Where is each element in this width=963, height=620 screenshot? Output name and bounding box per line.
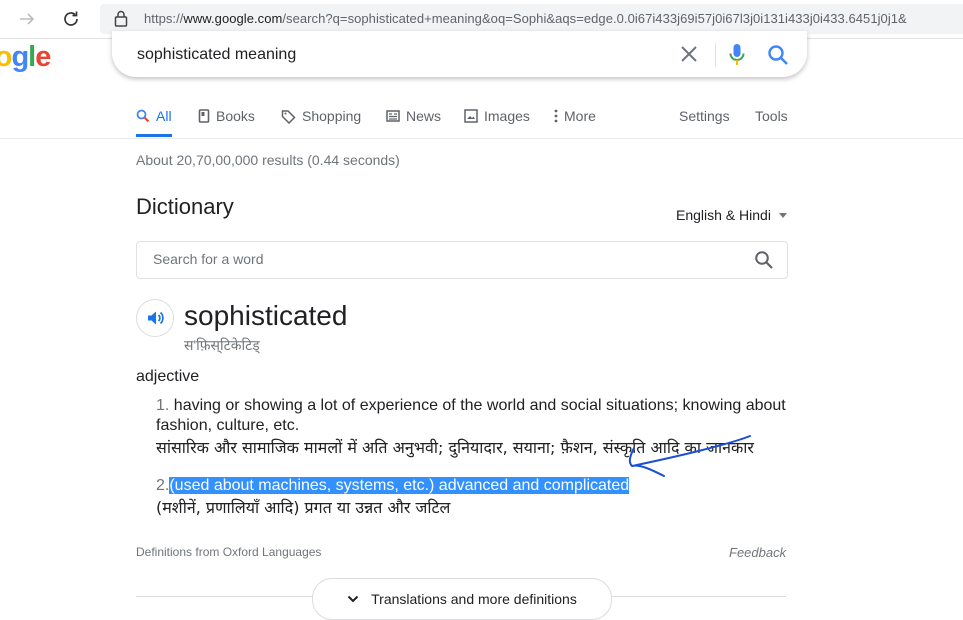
language-label: English & Hindi bbox=[676, 207, 771, 223]
settings-link[interactable]: Settings bbox=[679, 108, 730, 124]
tab-more-label: More bbox=[564, 108, 596, 124]
translations-more-label: Translations and more definitions bbox=[371, 591, 577, 607]
phonetic-spelling: स'फ़िस्‌टिकेटिड् bbox=[184, 337, 260, 353]
address-bar[interactable]: https://www.google.com/search?q=sophisti… bbox=[100, 4, 963, 34]
google-logo[interactable]: oogle bbox=[0, 41, 51, 74]
feedback-link[interactable]: Feedback bbox=[729, 545, 786, 560]
pronunciation-button[interactable] bbox=[136, 299, 174, 337]
tools-link[interactable]: Tools bbox=[755, 108, 788, 124]
more-vert-icon bbox=[554, 109, 558, 123]
tab-news-label: News bbox=[406, 108, 442, 124]
dictionary-search-input[interactable] bbox=[151, 250, 745, 268]
image-icon bbox=[464, 109, 478, 123]
url-path: /search?q=sophisticated+meaning&oq=Sophi… bbox=[282, 11, 907, 26]
headword: sophisticated bbox=[184, 300, 348, 331]
forward-arrow-icon[interactable] bbox=[14, 6, 40, 32]
tab-all[interactable]: All bbox=[136, 108, 172, 124]
logo-letter: e bbox=[35, 41, 51, 73]
url-prefix: https:// bbox=[144, 11, 184, 26]
clear-icon[interactable] bbox=[680, 45, 698, 68]
result-stats: About 20,70,00,000 results (0.44 seconds… bbox=[136, 152, 400, 168]
url-text: https://www.google.com/search?q=sophisti… bbox=[144, 11, 907, 26]
search-icon[interactable] bbox=[767, 44, 789, 71]
tab-shopping[interactable]: Shopping bbox=[281, 108, 361, 124]
active-tab-indicator bbox=[136, 134, 172, 137]
definitions-source: Definitions from Oxford Languages bbox=[136, 545, 322, 559]
search-icon bbox=[136, 109, 150, 123]
book-icon bbox=[198, 109, 210, 123]
lock-icon[interactable] bbox=[114, 10, 128, 32]
url-host: www.google.com bbox=[183, 11, 283, 26]
tabs-divider bbox=[0, 138, 963, 139]
dictionary-title: Dictionary bbox=[136, 194, 234, 219]
search-divider bbox=[715, 43, 716, 67]
definition-number: 1. bbox=[156, 397, 170, 414]
logo-letter: o bbox=[0, 41, 12, 73]
tab-books-label: Books bbox=[216, 108, 255, 124]
search-box[interactable]: sophisticated meaning bbox=[112, 31, 807, 77]
tab-books[interactable]: Books bbox=[198, 108, 255, 124]
tab-more[interactable]: More bbox=[554, 108, 596, 124]
chevron-down-icon bbox=[347, 595, 359, 603]
tab-all-label: All bbox=[156, 108, 172, 124]
definition-text: having or showing a lot of experience of… bbox=[156, 397, 786, 434]
definition-2: 2.(used about machines, systems, etc.) a… bbox=[156, 476, 630, 496]
reload-icon[interactable] bbox=[58, 6, 84, 32]
tab-shopping-label: Shopping bbox=[302, 108, 362, 124]
tag-icon bbox=[281, 109, 296, 124]
tab-images-label: Images bbox=[484, 108, 530, 124]
search-icon[interactable] bbox=[754, 250, 774, 275]
definition-number: 2. bbox=[156, 477, 170, 494]
translations-more-button[interactable]: Translations and more definitions bbox=[312, 578, 612, 620]
language-dropdown[interactable]: English & Hindi bbox=[676, 207, 787, 223]
microphone-icon[interactable] bbox=[729, 43, 745, 72]
tab-news[interactable]: News bbox=[386, 108, 441, 124]
hindi-translation-2: (मशीनें, प्रणालियाँ आदि) प्रगत या उन्नत … bbox=[156, 498, 451, 517]
part-of-speech: adjective bbox=[136, 368, 200, 385]
dictionary-search[interactable] bbox=[136, 241, 788, 279]
search-input[interactable]: sophisticated meaning bbox=[137, 46, 296, 64]
dropdown-caret-icon bbox=[778, 212, 787, 218]
selected-definition-text[interactable]: (used about machines, systems, etc.) adv… bbox=[169, 477, 630, 494]
newspaper-icon bbox=[386, 110, 400, 122]
logo-letter: g bbox=[11, 41, 29, 73]
pen-annotation-arrow bbox=[628, 435, 751, 477]
tab-images[interactable]: Images bbox=[464, 108, 530, 124]
speaker-icon bbox=[148, 311, 164, 325]
